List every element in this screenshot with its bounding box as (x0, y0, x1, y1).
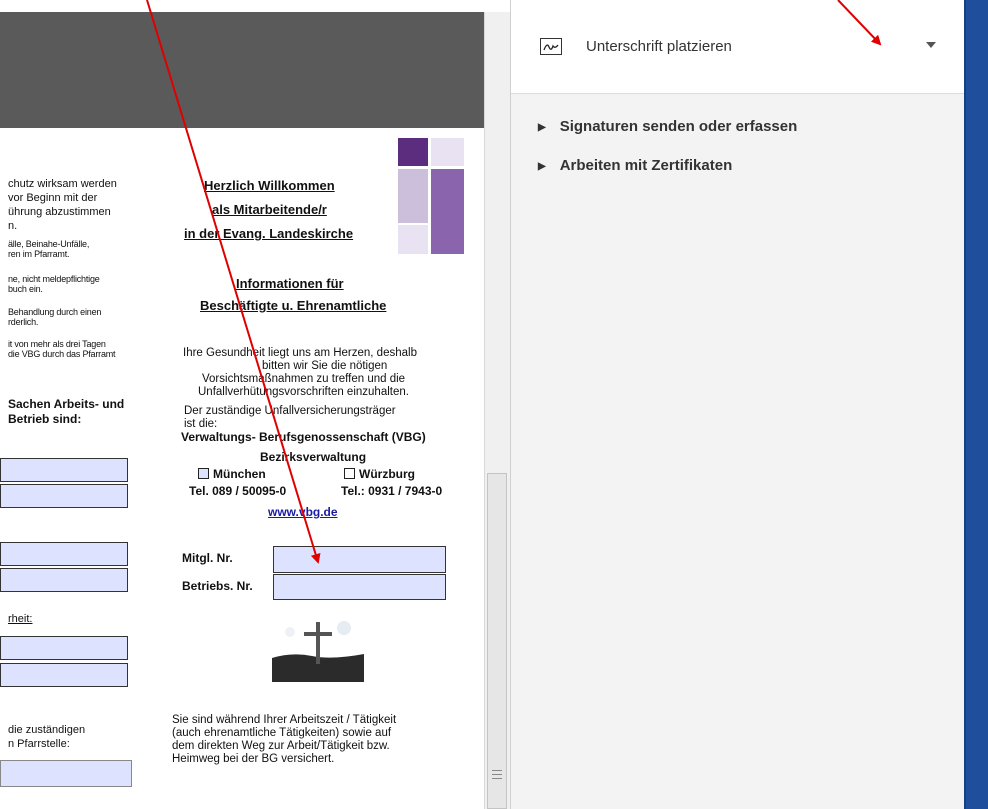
annotation-arrow (146, 0, 321, 564)
annotation-arrows (146, 0, 882, 564)
annotation-arrow (837, 0, 882, 46)
